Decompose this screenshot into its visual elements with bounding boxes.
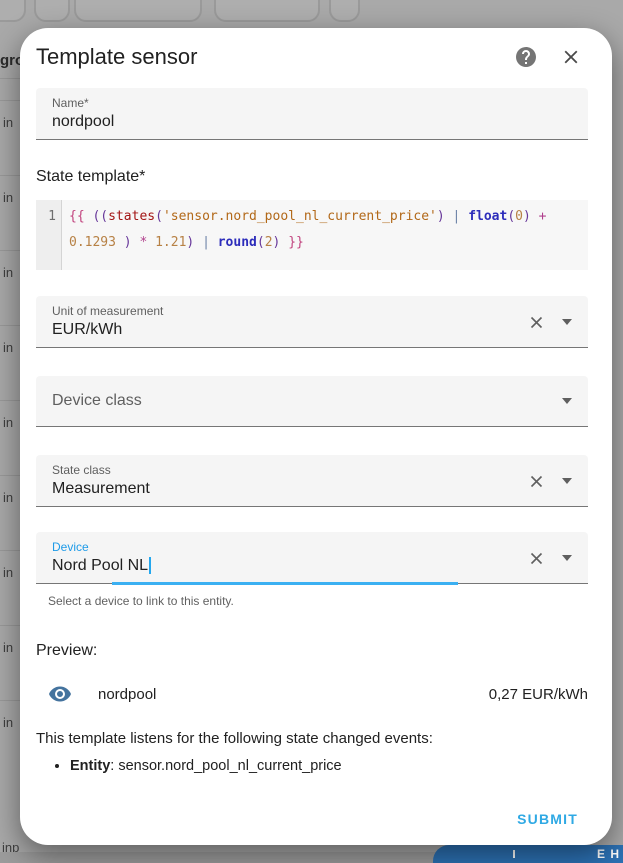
preview-heading: Preview: xyxy=(36,642,588,660)
device-field-value: Nord Pool NL xyxy=(52,555,527,577)
background-row-label: in xyxy=(3,265,13,280)
device-helper-text: Select a device to link to this entity. xyxy=(48,594,588,608)
background-divider xyxy=(0,100,22,101)
background-divider xyxy=(0,700,22,701)
template-code[interactable]: {{ ((states('sensor.nord_pool_nl_current… xyxy=(62,200,562,270)
dropdown-arrow-icon[interactable] xyxy=(562,398,572,404)
background-row-label: in xyxy=(3,115,13,130)
dialog-header: Template sensor xyxy=(36,42,588,72)
background-row-label: in xyxy=(3,565,13,580)
background-primary-button: E H xyxy=(433,845,623,863)
template-code-editor[interactable]: 1 {{ ((states('sensor.nord_pool_nl_curre… xyxy=(36,200,588,270)
preview-entity-name: nordpool xyxy=(98,686,489,703)
dropdown-arrow-icon[interactable] xyxy=(562,555,572,561)
dropdown-arrow-icon[interactable] xyxy=(562,319,572,325)
background-divider xyxy=(0,550,22,551)
background-chip xyxy=(0,0,26,22)
background-divider xyxy=(0,400,22,401)
device-class-label: Device class xyxy=(52,392,562,410)
text-caret xyxy=(149,557,151,574)
device-field-label: Device xyxy=(52,539,527,555)
background-scrollbar xyxy=(0,852,436,863)
background-chip xyxy=(214,0,320,22)
background-chip xyxy=(74,0,202,22)
background-divider xyxy=(0,78,22,79)
dialog-title: Template sensor xyxy=(36,42,514,72)
name-field-label: Name* xyxy=(52,95,578,111)
background-divider xyxy=(0,625,22,626)
background-row-label: in xyxy=(3,490,13,505)
event-label: Entity xyxy=(70,758,110,774)
close-icon[interactable] xyxy=(560,46,582,68)
background-divider xyxy=(0,475,22,476)
state-class-label: State class xyxy=(52,462,527,478)
unit-of-measurement-field[interactable]: Unit of measurement EUR/kWh xyxy=(36,296,588,348)
line-number: 1 xyxy=(48,209,56,224)
background-row-label: in xyxy=(3,640,13,655)
device-class-field[interactable]: Device class xyxy=(36,376,588,427)
clear-icon[interactable] xyxy=(527,549,546,568)
dropdown-arrow-icon[interactable] xyxy=(562,478,572,484)
line-number-gutter: 1 xyxy=(36,200,62,270)
focus-underline xyxy=(112,582,458,585)
background-chip xyxy=(329,0,360,22)
event-value: : sensor.nord_pool_nl_current_price xyxy=(110,758,341,774)
background-button-text-fragment: E H xyxy=(597,847,620,861)
help-icon[interactable] xyxy=(514,45,538,69)
background-divider xyxy=(0,250,22,251)
device-field[interactable]: Device Nord Pool NL xyxy=(36,532,588,584)
name-field-value: nordpool xyxy=(52,111,578,133)
preview-entity-state: 0,27 EUR/kWh xyxy=(489,686,588,703)
template-sensor-dialog: Template sensor Name* nordpool State tem… xyxy=(20,28,612,845)
background-divider xyxy=(0,325,22,326)
background-row-label: in xyxy=(3,190,13,205)
clear-icon[interactable] xyxy=(527,472,546,491)
background-divider xyxy=(0,175,22,176)
preview-entity-row[interactable]: nordpool 0,27 EUR/kWh xyxy=(36,682,588,706)
background-chip xyxy=(34,0,70,22)
state-class-value: Measurement xyxy=(52,478,527,500)
eye-icon xyxy=(48,682,72,706)
name-field[interactable]: Name* nordpool xyxy=(36,88,588,140)
submit-button[interactable]: SUBMIT xyxy=(509,805,586,833)
listen-events-list: Entity: sensor.nord_pool_nl_current_pric… xyxy=(36,756,588,776)
listen-events-text: This template listens for the following … xyxy=(36,730,588,747)
background-row-label: in xyxy=(3,715,13,730)
state-template-label: State template* xyxy=(36,168,588,186)
background-row-label: in xyxy=(3,340,13,355)
clear-icon[interactable] xyxy=(527,313,546,332)
unit-field-value: EUR/kWh xyxy=(52,319,527,341)
unit-field-label: Unit of measurement xyxy=(52,303,527,319)
background-row-label: in xyxy=(3,415,13,430)
event-list-item: Entity: sensor.nord_pool_nl_current_pric… xyxy=(70,756,588,776)
background-button-letter-fragment xyxy=(513,850,515,858)
state-class-field[interactable]: State class Measurement xyxy=(36,455,588,507)
